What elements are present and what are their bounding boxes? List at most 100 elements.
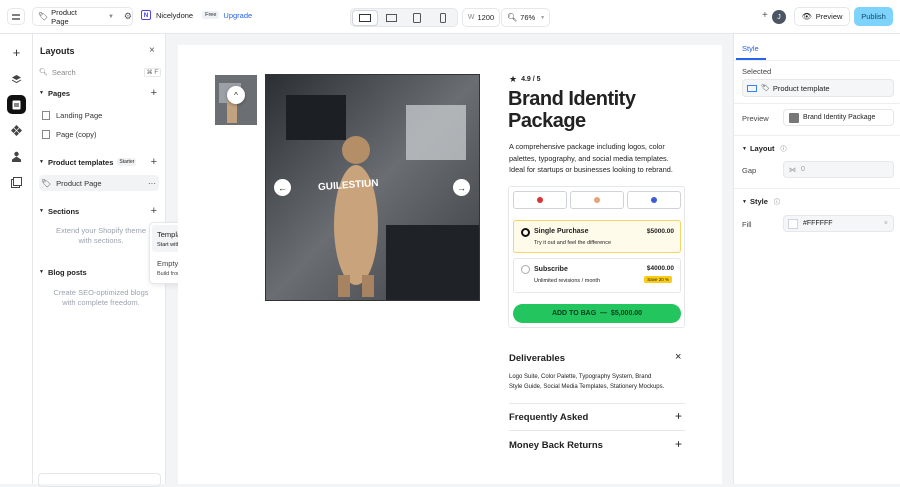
gap-label: Gap [742,166,757,175]
top-toolbar: 🏷 Product Page ▼ ⚙ N Nicelydone Free Upg… [0,0,900,34]
tablet-view-button[interactable] [405,11,429,25]
faq-title[interactable]: Frequently Asked [509,412,588,423]
components-icon [11,125,22,136]
search-input[interactable]: Search [52,68,76,77]
page-item-copy[interactable]: Page (copy) [39,126,159,142]
chevron-down-icon: ▼ [540,14,546,21]
apps-button[interactable] [7,147,26,166]
close-icon[interactable]: × [149,45,155,56]
divider [509,430,685,431]
more-icon[interactable]: ··· [148,179,156,188]
plus-icon[interactable]: + [675,437,682,451]
option-subtitle: Try it out and feel the difference [534,240,612,246]
chevron-down-icon: ▼ [39,208,44,214]
images-icon [11,177,22,188]
description-line: palettes, typography, and social media t… [509,153,669,163]
zoom-value: 76% [520,13,536,22]
starter-badge: Starter [117,158,137,166]
layout-section-header[interactable]: ▼ Layout ⓘ [742,144,787,153]
add-to-bag-button[interactable]: ADD TO BAG — $5,000.00 [513,304,681,323]
gear-icon[interactable]: ⚙ [124,11,132,22]
person-icon [12,151,21,162]
width-control[interactable]: W 1200 [462,8,500,27]
selected-field[interactable]: 🏷 Product template [742,79,894,97]
gallery-prev-button[interactable]: ← [274,179,291,196]
sections-header[interactable]: ▼ Sections + [39,204,159,218]
upgrade-link[interactable]: Upgrade [223,11,252,20]
media-button[interactable] [7,173,26,192]
gap-input[interactable]: ⋈ 0 [783,161,894,178]
site-logo: N [141,10,151,20]
fill-value: #FFFFFF [803,220,833,227]
zoom-control[interactable]: 🔍︎ 76% ▼ [501,8,550,27]
preview-value: Brand Identity Package [803,114,876,121]
page-selector[interactable]: 🏷 Product Page ▼ ⚙ [32,7,133,26]
preview-button[interactable]: 👁 Preview [794,7,850,26]
clear-icon[interactable]: × [884,220,888,227]
title-line: Brand Identity [508,88,636,110]
product-templates-header[interactable]: ▼ Product templates Starter + [39,155,159,169]
sidebar-toggle-button[interactable] [7,8,25,25]
search-field[interactable]: 🔍︎ Search ⌘ F [39,65,161,79]
publish-button[interactable]: Publish [854,7,893,26]
option-subscribe[interactable]: Subscribe Unlimited revisions / month $4… [513,258,681,293]
option-title: Subscribe [534,266,568,273]
chevron-down-icon: ▼ [742,198,747,205]
close-icon[interactable]: × [675,351,681,363]
plus-icon[interactable]: + [675,409,682,423]
variant-option-peach[interactable] [570,191,624,209]
panel-title: Layouts [40,46,75,56]
preview-field[interactable]: Brand Identity Package [783,109,894,126]
add-section-icon[interactable]: + [151,205,157,217]
option-price: $4000.00 [646,265,674,272]
pages-button[interactable] [7,95,26,114]
preview-label: Preview [815,12,843,21]
variant-option-red[interactable] [513,191,567,209]
chevron-down-icon: ▼ [742,145,747,152]
eye-icon: 👁 [801,12,812,21]
add-page-icon[interactable]: + [151,87,157,99]
tablet-icon [413,13,421,23]
laptop-view-button[interactable] [379,11,403,25]
page-item-label: Landing Page [56,110,103,120]
page-item-landing[interactable]: Landing Page [39,107,159,123]
avatar[interactable]: J [772,10,786,24]
page-canvas: ^ GUILESTIUN ← → ★ 4.9 / 5 Brand Identit… [178,45,722,484]
option-title: Single Purchase [534,228,589,235]
add-collaborator-button[interactable]: + [762,10,768,21]
gallery-up-button[interactable]: ^ [227,86,245,104]
add-element-button[interactable]: + [7,43,26,62]
tag-icon: 🏷 [761,85,770,92]
star-icon: ★ [509,74,518,84]
option-single-purchase[interactable]: Single Purchase Try it out and feel the … [513,220,681,253]
divider [734,103,900,104]
desktop-view-button[interactable] [353,11,377,25]
money-back-title[interactable]: Money Back Returns [509,440,603,451]
components-button[interactable] [7,121,26,140]
tab-style[interactable]: Style [742,44,759,53]
site-switcher[interactable]: N Nicelydone Free Upgrade [141,10,252,20]
chevron-down-icon: ▼ [39,159,44,165]
pages-section-header[interactable]: ▼ Pages + [39,86,159,100]
info-icon: ⓘ [773,200,780,206]
panel-footer-card [38,473,161,487]
product-thumb-icon [789,112,799,123]
add-template-icon[interactable]: + [151,156,157,168]
blog-posts-header[interactable]: ▼ Blog posts [39,265,159,279]
blog-empty-text: Create SEO-optimized blogs with complete… [53,288,149,307]
desktop-icon [747,84,757,92]
sections-empty-text: Extend your Shopify theme with sections. [55,226,147,245]
style-section-header[interactable]: ▼ Style ⓘ [742,197,780,206]
blog-posts-label: Blog posts [47,267,87,277]
fill-input[interactable]: #FFFFFF × [783,215,894,232]
left-rail: + [0,34,33,484]
deliverables-title[interactable]: Deliverables [509,353,565,364]
mobile-view-button[interactable] [431,11,455,25]
deliverables-line: Logo Suite, Color Palette, Typography Sy… [509,374,652,380]
template-item-product-page[interactable]: 🏷 Product Page ··· [39,175,159,191]
layers-button[interactable] [7,69,26,88]
variant-option-blue[interactable] [627,191,681,209]
gallery-next-button[interactable]: → [453,179,470,196]
product-description: A comprehensive package including logos,… [509,141,673,176]
tag-icon: 🏷 [38,12,49,21]
